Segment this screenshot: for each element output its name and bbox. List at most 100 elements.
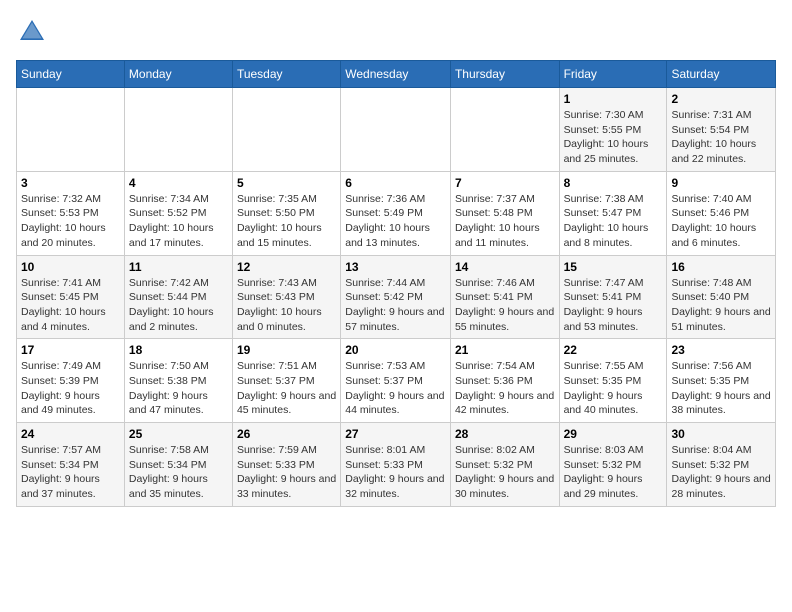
day-info: Sunrise: 7:38 AM Sunset: 5:47 PM Dayligh…	[564, 192, 663, 251]
calendar-cell: 4 Sunrise: 7:34 AM Sunset: 5:52 PM Daylig…	[124, 171, 232, 255]
calendar-cell: 14 Sunrise: 7:46 AM Sunset: 5:41 PM Dayli…	[450, 255, 559, 339]
day-number: 26	[237, 427, 336, 441]
calendar-cell	[124, 88, 232, 172]
weekday-header-thursday: Thursday	[450, 61, 559, 88]
day-info: Sunrise: 7:50 AM Sunset: 5:38 PM Dayligh…	[129, 359, 228, 418]
day-info: Sunrise: 7:56 AM Sunset: 5:35 PM Dayligh…	[671, 359, 771, 418]
day-info: Sunrise: 7:36 AM Sunset: 5:49 PM Dayligh…	[345, 192, 446, 251]
day-info: Sunrise: 7:34 AM Sunset: 5:52 PM Dayligh…	[129, 192, 228, 251]
weekday-header-sunday: Sunday	[17, 61, 125, 88]
day-info: Sunrise: 7:31 AM Sunset: 5:54 PM Dayligh…	[671, 108, 771, 167]
calendar-week-4: 17 Sunrise: 7:49 AM Sunset: 5:39 PM Dayli…	[17, 339, 776, 423]
calendar-cell: 6 Sunrise: 7:36 AM Sunset: 5:49 PM Daylig…	[341, 171, 451, 255]
day-info: Sunrise: 7:32 AM Sunset: 5:53 PM Dayligh…	[21, 192, 120, 251]
day-info: Sunrise: 7:49 AM Sunset: 5:39 PM Dayligh…	[21, 359, 120, 418]
calendar-cell	[341, 88, 451, 172]
calendar-week-1: 1 Sunrise: 7:30 AM Sunset: 5:55 PM Daylig…	[17, 88, 776, 172]
day-info: Sunrise: 7:44 AM Sunset: 5:42 PM Dayligh…	[345, 276, 446, 335]
calendar-header: SundayMondayTuesdayWednesdayThursdayFrid…	[17, 61, 776, 88]
weekday-header-friday: Friday	[559, 61, 667, 88]
calendar-cell: 13 Sunrise: 7:44 AM Sunset: 5:42 PM Dayli…	[341, 255, 451, 339]
weekday-header-row: SundayMondayTuesdayWednesdayThursdayFrid…	[17, 61, 776, 88]
calendar-cell: 11 Sunrise: 7:42 AM Sunset: 5:44 PM Dayli…	[124, 255, 232, 339]
day-number: 3	[21, 176, 120, 190]
day-info: Sunrise: 7:57 AM Sunset: 5:34 PM Dayligh…	[21, 443, 120, 502]
day-info: Sunrise: 7:58 AM Sunset: 5:34 PM Dayligh…	[129, 443, 228, 502]
day-info: Sunrise: 7:43 AM Sunset: 5:43 PM Dayligh…	[237, 276, 336, 335]
day-info: Sunrise: 7:41 AM Sunset: 5:45 PM Dayligh…	[21, 276, 120, 335]
calendar-week-5: 24Sunrise: 7:57 AM Sunset: 5:34 PM Dayli…	[17, 423, 776, 507]
day-info: Sunrise: 7:53 AM Sunset: 5:37 PM Dayligh…	[345, 359, 446, 418]
calendar-cell: 23 Sunrise: 7:56 AM Sunset: 5:35 PM Dayli…	[667, 339, 776, 423]
calendar-table: SundayMondayTuesdayWednesdayThursdayFrid…	[16, 60, 776, 507]
day-number: 12	[237, 260, 336, 274]
weekday-header-saturday: Saturday	[667, 61, 776, 88]
day-number: 30	[671, 427, 771, 441]
day-number: 6	[345, 176, 446, 190]
day-number: 27	[345, 427, 446, 441]
calendar-cell	[232, 88, 340, 172]
weekday-header-tuesday: Tuesday	[232, 61, 340, 88]
calendar-cell: 2Sunrise: 7:31 AM Sunset: 5:54 PM Daylig…	[667, 88, 776, 172]
calendar-cell: 12 Sunrise: 7:43 AM Sunset: 5:43 PM Dayli…	[232, 255, 340, 339]
calendar-week-2: 3 Sunrise: 7:32 AM Sunset: 5:53 PM Daylig…	[17, 171, 776, 255]
day-number: 10	[21, 260, 120, 274]
calendar-cell: 5Sunrise: 7:35 AM Sunset: 5:50 PM Daylig…	[232, 171, 340, 255]
calendar-cell: 7Sunrise: 7:37 AM Sunset: 5:48 PM Daylig…	[450, 171, 559, 255]
day-info: Sunrise: 8:02 AM Sunset: 5:32 PM Dayligh…	[455, 443, 555, 502]
day-info: Sunrise: 7:51 AM Sunset: 5:37 PM Dayligh…	[237, 359, 336, 418]
day-number: 28	[455, 427, 555, 441]
calendar-cell	[17, 88, 125, 172]
calendar-cell: 26 Sunrise: 7:59 AM Sunset: 5:33 PM Dayli…	[232, 423, 340, 507]
day-info: Sunrise: 7:47 AM Sunset: 5:41 PM Dayligh…	[564, 276, 663, 335]
day-number: 13	[345, 260, 446, 274]
calendar-cell: 10 Sunrise: 7:41 AM Sunset: 5:45 PM Dayli…	[17, 255, 125, 339]
weekday-header-monday: Monday	[124, 61, 232, 88]
day-number: 11	[129, 260, 228, 274]
day-number: 4	[129, 176, 228, 190]
page-header	[16, 16, 776, 48]
calendar-cell: 22Sunrise: 7:55 AM Sunset: 5:35 PM Dayli…	[559, 339, 667, 423]
day-number: 23	[671, 343, 771, 357]
calendar-cell: 27 Sunrise: 8:01 AM Sunset: 5:33 PM Dayli…	[341, 423, 451, 507]
calendar-cell: 20 Sunrise: 7:53 AM Sunset: 5:37 PM Dayli…	[341, 339, 451, 423]
day-info: Sunrise: 7:48 AM Sunset: 5:40 PM Dayligh…	[671, 276, 771, 335]
day-number: 20	[345, 343, 446, 357]
calendar-cell: 17 Sunrise: 7:49 AM Sunset: 5:39 PM Dayli…	[17, 339, 125, 423]
day-info: Sunrise: 7:30 AM Sunset: 5:55 PM Dayligh…	[564, 108, 663, 167]
day-number: 14	[455, 260, 555, 274]
calendar-cell: 1 Sunrise: 7:30 AM Sunset: 5:55 PM Daylig…	[559, 88, 667, 172]
calendar-cell: 3 Sunrise: 7:32 AM Sunset: 5:53 PM Daylig…	[17, 171, 125, 255]
day-number: 9	[671, 176, 771, 190]
calendar-cell: 28 Sunrise: 8:02 AM Sunset: 5:32 PM Dayli…	[450, 423, 559, 507]
calendar-cell: 15 Sunrise: 7:47 AM Sunset: 5:41 PM Dayli…	[559, 255, 667, 339]
calendar-body: 1 Sunrise: 7:30 AM Sunset: 5:55 PM Daylig…	[17, 88, 776, 507]
calendar-cell: 18 Sunrise: 7:50 AM Sunset: 5:38 PM Dayli…	[124, 339, 232, 423]
day-number: 1	[564, 92, 663, 106]
day-number: 5	[237, 176, 336, 190]
calendar-cell: 24Sunrise: 7:57 AM Sunset: 5:34 PM Dayli…	[17, 423, 125, 507]
calendar-cell: 21Sunrise: 7:54 AM Sunset: 5:36 PM Dayli…	[450, 339, 559, 423]
calendar-cell: 16 Sunrise: 7:48 AM Sunset: 5:40 PM Dayli…	[667, 255, 776, 339]
day-number: 7	[455, 176, 555, 190]
day-info: Sunrise: 7:42 AM Sunset: 5:44 PM Dayligh…	[129, 276, 228, 335]
day-number: 15	[564, 260, 663, 274]
calendar-cell: 19 Sunrise: 7:51 AM Sunset: 5:37 PM Dayli…	[232, 339, 340, 423]
calendar-cell: 30 Sunrise: 8:04 AM Sunset: 5:32 PM Dayli…	[667, 423, 776, 507]
day-info: Sunrise: 7:46 AM Sunset: 5:41 PM Dayligh…	[455, 276, 555, 335]
day-number: 21	[455, 343, 555, 357]
day-number: 19	[237, 343, 336, 357]
day-number: 25	[129, 427, 228, 441]
day-info: Sunrise: 8:03 AM Sunset: 5:32 PM Dayligh…	[564, 443, 663, 502]
day-number: 18	[129, 343, 228, 357]
calendar-cell: 25 Sunrise: 7:58 AM Sunset: 5:34 PM Dayli…	[124, 423, 232, 507]
calendar-cell: 8Sunrise: 7:38 AM Sunset: 5:47 PM Daylig…	[559, 171, 667, 255]
day-number: 17	[21, 343, 120, 357]
day-info: Sunrise: 7:55 AM Sunset: 5:35 PM Dayligh…	[564, 359, 663, 418]
day-info: Sunrise: 7:59 AM Sunset: 5:33 PM Dayligh…	[237, 443, 336, 502]
calendar-cell: 29Sunrise: 8:03 AM Sunset: 5:32 PM Dayli…	[559, 423, 667, 507]
day-number: 16	[671, 260, 771, 274]
calendar-cell: 9Sunrise: 7:40 AM Sunset: 5:46 PM Daylig…	[667, 171, 776, 255]
day-info: Sunrise: 8:04 AM Sunset: 5:32 PM Dayligh…	[671, 443, 771, 502]
day-info: Sunrise: 8:01 AM Sunset: 5:33 PM Dayligh…	[345, 443, 446, 502]
